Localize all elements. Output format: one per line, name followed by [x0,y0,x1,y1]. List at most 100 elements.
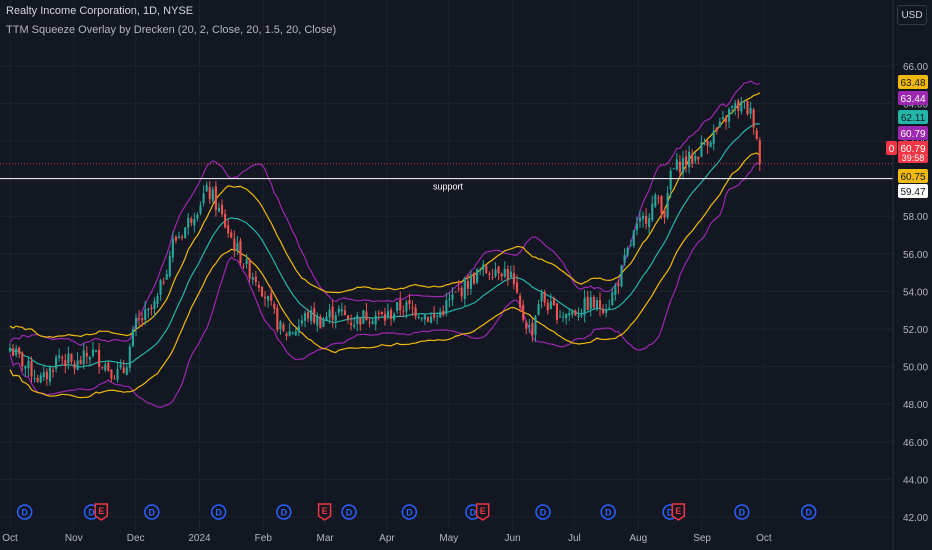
dividend-marker[interactable]: D [401,504,418,520]
price-axis-tick: 52.00 [903,325,928,336]
dividend-marker[interactable]: D [734,504,750,520]
candle-body [405,302,408,312]
candle-body [724,117,728,123]
candle [196,212,199,222]
time-axis-tick: Mar [317,533,335,544]
dividend-marker[interactable]: D [16,504,33,520]
candle-body [190,218,193,223]
earnings-marker[interactable]: E [94,503,109,521]
candle-body [565,313,568,319]
candle [27,356,30,377]
dividend-marker[interactable]: D [276,504,292,520]
candle-body [98,349,101,367]
dividend-marker[interactable]: D [600,504,616,520]
candlesticks [8,96,761,386]
candle-body [439,311,442,318]
candle-body [15,348,18,356]
candle [654,192,657,208]
candle-body [94,350,98,352]
dividend-marker[interactable]: D [800,504,817,520]
earnings-marker[interactable]: E [475,503,490,521]
dividend-marker-letter: D [470,508,477,518]
candle-body [73,363,76,369]
price-chart[interactable]: support 42.00 44.00 46.00 48.00 50.00 52.00 54.… [0,0,932,550]
candle-body [377,312,380,314]
price-axis-tick: 44.00 [903,475,928,486]
candle [12,344,15,357]
candle-body [540,292,543,302]
candle-body [531,322,534,336]
candle [36,374,39,383]
candle-body [758,140,761,164]
candle-body [174,236,178,241]
time-axis-tick: Jun [505,533,521,544]
candle-body [88,357,91,360]
bollinger-lower-line [9,162,761,409]
candle [399,291,402,317]
basis-line [9,123,760,368]
candle-body [568,312,571,316]
candle-body [263,296,267,299]
candle-body [746,100,749,115]
candle [368,317,371,328]
candle-body [752,109,755,128]
candle [589,291,592,317]
candle-body [380,311,383,315]
candle-body [586,296,589,311]
candle-body [116,369,119,380]
price-axis-tick: 54.00 [903,287,928,298]
candle [162,277,165,286]
price-badge-value: 59.47 [900,187,925,198]
candle-body [233,238,236,251]
candle [15,345,18,358]
candle-body [389,309,393,319]
candle-body [497,266,500,274]
candle-body [24,365,27,369]
dividend-marker[interactable]: D [144,504,160,520]
candle [420,316,423,322]
candle-body [310,310,313,322]
candle [485,264,488,274]
candle-body [605,309,608,313]
candle-body [340,309,343,312]
candle [365,303,368,321]
earnings-marker[interactable]: E [317,503,332,521]
earnings-marker[interactable]: E [671,503,686,521]
candle [202,185,205,207]
candle [688,145,691,174]
candle-body [8,347,12,352]
candle [79,356,82,365]
candle-body [101,366,104,368]
candle [506,265,509,286]
candle [217,202,221,213]
time-axis-tick: Nov [65,533,83,544]
candle-body [303,312,307,321]
candle-body [251,277,254,280]
candle [586,291,589,311]
price-axis-tick: 58.00 [903,212,928,223]
dividend-marker-letter: D [605,508,612,518]
candle-body [187,217,190,228]
candle-body [362,310,365,324]
price-badge: 60.79 [898,126,928,140]
candle-body [67,353,70,364]
time-axis-tick: Sep [693,533,711,544]
dividend-marker[interactable]: D [341,504,357,520]
currency-button[interactable]: USD [897,5,927,25]
candle-body [285,333,288,336]
dividend-marker[interactable]: D [210,504,227,520]
candle-body [147,308,150,310]
candle-body [239,240,242,264]
candle-body [211,189,214,201]
candle-body [45,371,48,380]
dividend-marker[interactable]: D [535,504,551,520]
indicator-legend[interactable]: TTM Squeeze Overlay by Drecken (20, 2, C… [6,24,336,36]
candle-body [727,109,731,122]
candle-body [125,367,128,375]
candle-body [436,315,439,317]
candle [94,349,98,353]
candle [721,110,724,121]
price-badge: 63.48 [898,75,928,89]
candle [534,314,537,342]
candle [227,218,230,238]
